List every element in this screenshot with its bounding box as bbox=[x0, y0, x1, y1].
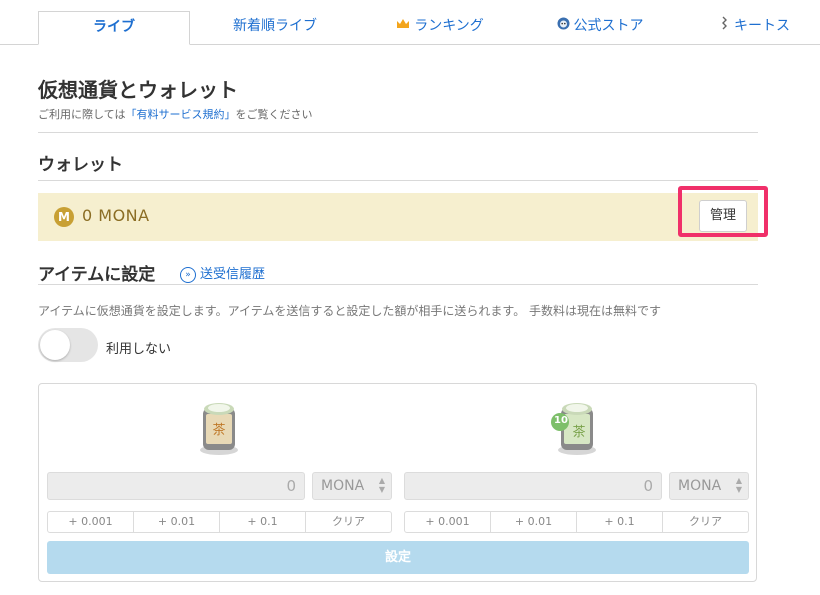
service-terms-notice: ご利用に際しては「有料サービス規約」をご覧ください bbox=[38, 106, 312, 122]
tab-new-live[interactable]: 新着順ライブ bbox=[220, 11, 330, 44]
item-settings-heading: アイテムに設定 bbox=[38, 265, 156, 285]
item-count-badge: 10 bbox=[554, 415, 568, 426]
toggle-knob bbox=[40, 330, 70, 360]
item-settings-description: アイテムに仮想通貨を設定します。アイテムを送信すると設定した額が相手に送られます… bbox=[38, 304, 662, 318]
clear-button[interactable]: クリア bbox=[663, 512, 748, 532]
increment-0001-button[interactable]: + 0.001 bbox=[405, 512, 491, 532]
main-tab-bar: ライブ 新着順ライブ ランキング 公式ストア キートス bbox=[0, 0, 820, 45]
amount-input[interactable]: 0 bbox=[404, 472, 662, 500]
tab-ranking[interactable]: ランキング bbox=[385, 11, 495, 44]
tab-new-live-label: 新着順ライブ bbox=[233, 18, 317, 34]
service-terms-link[interactable]: 「有料サービス規約」 bbox=[125, 108, 235, 121]
clear-button[interactable]: クリア bbox=[306, 512, 391, 532]
increment-0001-button[interactable]: + 0.001 bbox=[48, 512, 134, 532]
page-title: 仮想通貨とウォレット bbox=[38, 78, 238, 102]
divider bbox=[38, 132, 758, 133]
tab-ranking-label: ランキング bbox=[414, 18, 484, 34]
notice-suffix: をご覧ください bbox=[235, 108, 313, 121]
notice-prefix: ご利用に際しては bbox=[38, 108, 126, 121]
double-chevron-right-icon: » bbox=[180, 266, 196, 283]
select-arrows-icon: ▲ ▼ bbox=[735, 476, 742, 494]
manage-button[interactable]: 管理 bbox=[699, 200, 747, 232]
increment-buttons: + 0.001 + 0.01 + 0.1 クリア bbox=[404, 511, 749, 533]
use-toggle[interactable] bbox=[38, 328, 98, 362]
svg-text:茶: 茶 bbox=[572, 424, 585, 440]
save-settings-button[interactable]: 設定 bbox=[47, 541, 749, 574]
transaction-history-label: 送受信履歴 bbox=[200, 267, 266, 282]
select-arrows-icon: ▲ ▼ bbox=[378, 476, 385, 494]
increment-buttons: + 0.001 + 0.01 + 0.1 クリア bbox=[47, 511, 392, 533]
transaction-history-link[interactable]: » 送受信履歴 bbox=[180, 263, 265, 283]
tab-kiitos-label: キートス bbox=[734, 18, 790, 34]
divider bbox=[38, 284, 758, 285]
store-mascot-icon bbox=[557, 11, 570, 41]
tea-x10-item-icon: 茶 10 bbox=[550, 398, 596, 455]
increment-01-button[interactable]: + 0.1 bbox=[220, 512, 306, 532]
tab-kiitos[interactable]: キートス bbox=[720, 11, 820, 44]
currency-select[interactable]: MONA ▲ ▼ bbox=[312, 472, 392, 500]
mona-coin-icon: M bbox=[54, 207, 74, 227]
wallet-balance-bar: M 0 MONA bbox=[38, 193, 758, 241]
increment-001-button[interactable]: + 0.01 bbox=[134, 512, 220, 532]
divider bbox=[38, 180, 758, 181]
toggle-label: 利用しない bbox=[106, 342, 172, 357]
tab-official-store[interactable]: 公式ストア bbox=[545, 11, 655, 44]
svg-text:茶: 茶 bbox=[212, 422, 225, 438]
tab-official-store-label: 公式ストア bbox=[573, 18, 644, 34]
currency-select[interactable]: MONA ▲ ▼ bbox=[669, 472, 749, 500]
wallet-balance: 0 MONA bbox=[82, 206, 150, 225]
currency-select-value: MONA bbox=[321, 478, 365, 494]
kiitos-icon bbox=[720, 11, 730, 41]
amount-input[interactable]: 0 bbox=[47, 472, 305, 500]
wallet-heading: ウォレット bbox=[38, 155, 123, 175]
tab-live-label: ライブ bbox=[93, 19, 135, 35]
crown-icon bbox=[396, 11, 410, 41]
tab-live[interactable]: ライブ bbox=[38, 11, 190, 45]
tea-item-icon: 茶 bbox=[196, 398, 242, 455]
currency-select-value: MONA bbox=[678, 478, 722, 494]
increment-001-button[interactable]: + 0.01 bbox=[491, 512, 577, 532]
increment-01-button[interactable]: + 0.1 bbox=[577, 512, 663, 532]
